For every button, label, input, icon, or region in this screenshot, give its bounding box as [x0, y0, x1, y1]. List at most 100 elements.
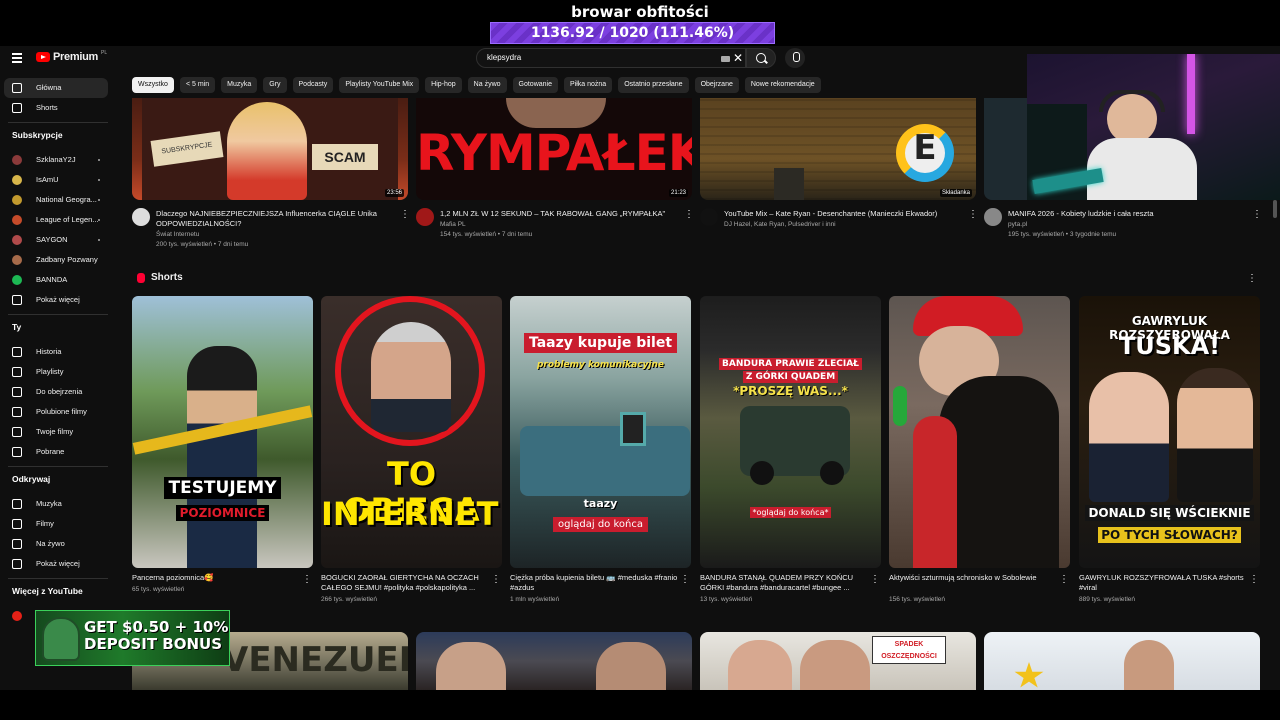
sidebar-item-1[interactable]: Shorts: [4, 98, 108, 118]
mascot-icon: [42, 617, 80, 661]
menu-icon[interactable]: [12, 53, 22, 63]
short-title[interactable]: Pancerna poziomnica🥰: [132, 573, 300, 583]
short-views: 266 tys. wyświetleń: [321, 596, 377, 603]
video-menu-icon[interactable]: [400, 209, 410, 220]
short-menu-icon[interactable]: [302, 574, 312, 585]
page-scrollbar[interactable]: [1273, 200, 1277, 218]
video-thumbnail[interactable]: SUBSKRYPCJE SCAM 23:56: [132, 98, 408, 200]
video-title[interactable]: MANIFA 2026 - Kobiety ludzkie i cała res…: [1008, 209, 1244, 219]
search-input[interactable]: klepsydra: [487, 53, 521, 62]
channel-avatar[interactable]: [984, 208, 1002, 226]
subscription-item[interactable]: IsAmU: [4, 170, 108, 190]
short-thumbnail[interactable]: [889, 296, 1070, 568]
sidebar-item-explore[interactable]: Muzyka: [4, 494, 108, 514]
subscription-item[interactable]: BANNDA: [4, 270, 108, 290]
short-thumbnail[interactable]: TESTUJEMY POZIOMNICE: [132, 296, 313, 568]
search-button[interactable]: [746, 48, 776, 68]
video-title[interactable]: YouTube Mix – Kate Ryan - Desenchantee (…: [724, 209, 960, 219]
video-thumbnail[interactable]: E Składanka: [700, 98, 976, 200]
sidebar-item-label: Historia: [36, 347, 62, 356]
sidebar-item-you[interactable]: Pobrane: [4, 442, 108, 462]
video-title[interactable]: Dlaczego NAJNIEBEZPIECZNIEJSZA Influence…: [156, 209, 392, 229]
short-menu-icon[interactable]: [1249, 574, 1259, 585]
filter-chip[interactable]: Muzyka: [221, 77, 258, 93]
short-thumbnail[interactable]: GAWRYLUK ROZSZYFROWAŁA TUSKA! DONALD SIĘ…: [1079, 296, 1260, 568]
casino-bonus-banner: GET $0.50 + 10% DEPOSIT BONUS: [35, 610, 230, 666]
filter-chip[interactable]: Gotowanie: [512, 77, 558, 93]
short-menu-icon[interactable]: [1059, 574, 1069, 585]
channel-avatar[interactable]: [416, 208, 434, 226]
voice-search-button[interactable]: [785, 48, 805, 68]
sidebar-item-label: League of Legen...: [36, 215, 99, 224]
sidebar-item-explore[interactable]: Pokaż więcej: [4, 554, 108, 574]
divider: [8, 578, 108, 579]
channel-name[interactable]: DJ Hazel, Kate Ryan, Pulsedriver i inni: [724, 221, 836, 228]
sidebar-item-explore[interactable]: Filmy: [4, 514, 108, 534]
short-title[interactable]: Ciężka próba kupienia biletu 🚌 #meduska …: [510, 573, 678, 593]
subscription-item[interactable]: National Geogra...: [4, 190, 108, 210]
logo-text: Premium: [53, 51, 98, 63]
filter-chip[interactable]: Obejrzane: [694, 77, 739, 93]
sidebar-item-you[interactable]: Do obejrzenia: [4, 382, 108, 402]
filter-chip[interactable]: Wszystko: [132, 77, 174, 93]
new-content-dot: [98, 179, 100, 181]
channel-avatar[interactable]: [700, 208, 718, 226]
video-thumbnail[interactable]: SPADEK OSZCZĘDNOŚCI: [700, 632, 976, 690]
subscriptions-header[interactable]: Subskrypcje: [12, 130, 63, 140]
filter-chip[interactable]: Piłka nożna: [563, 77, 613, 93]
video-title[interactable]: 1,2 MLN ZŁ W 12 SEKUND – TAK RABOWAŁ GAN…: [440, 209, 676, 219]
channel-name[interactable]: Świat Internetu: [156, 231, 199, 238]
subscription-item[interactable]: Pokaż więcej: [4, 290, 108, 310]
filter-chip[interactable]: Nowe rekomendacje: [744, 77, 821, 93]
subscription-item[interactable]: League of Legen...: [4, 210, 108, 230]
video-menu-icon[interactable]: [684, 209, 694, 220]
subscription-item[interactable]: SAYGON: [4, 230, 108, 250]
keyboard-icon[interactable]: [721, 56, 730, 62]
channel-name[interactable]: Mafia PL: [440, 221, 466, 228]
short-title[interactable]: GAWRYLUK ROZSZYFROWAŁA TUSKA #shorts #vi…: [1079, 573, 1247, 593]
video-thumbnail[interactable]: RYMPAŁEK 21:23: [416, 98, 692, 200]
shorts-menu-icon[interactable]: [1247, 273, 1257, 284]
short-title[interactable]: BOGUCKI ZAORAŁ GIERTYCHA NA OCZACH CAŁEG…: [321, 573, 489, 593]
clear-search-icon[interactable]: ✕: [733, 51, 743, 65]
subscription-item[interactable]: SzklanaY2J: [4, 150, 108, 170]
filter-chip[interactable]: Ostatnio przesłane: [618, 77, 689, 93]
sidebar-item-you[interactable]: Polubione filmy: [4, 402, 108, 422]
video-menu-icon[interactable]: [968, 209, 978, 220]
video-menu-icon[interactable]: [1252, 209, 1262, 220]
short-thumbnail[interactable]: BANDURA PRAWIE ZLECIAŁ Z GÓRKI QUADEM *P…: [700, 296, 881, 568]
filter-chip[interactable]: Gry: [263, 77, 287, 93]
short-thumbnail[interactable]: TO OBIEGA INTERNET!: [321, 296, 502, 568]
short-menu-icon[interactable]: [870, 574, 880, 585]
sidebar-item-explore[interactable]: Na żywo: [4, 534, 108, 554]
sidebar-item-label: SAYGON: [36, 235, 68, 244]
video-thumbnail[interactable]: [416, 632, 692, 690]
short-thumbnail[interactable]: Taazy kupuje bilet problemy komunikacyjn…: [510, 296, 691, 568]
youtube-premium-logo[interactable]: Premium PL: [36, 50, 107, 63]
short-menu-icon[interactable]: [680, 574, 690, 585]
short-title[interactable]: Aktywiści szturmują schronisko w Sobolew…: [889, 573, 1057, 583]
channel-avatar-icon: [12, 275, 22, 285]
filter-chip[interactable]: < 5 min: [179, 77, 216, 93]
subscription-item[interactable]: Zadbany Pozwany: [4, 250, 108, 270]
filter-chip[interactable]: Na żywo: [467, 77, 507, 93]
filter-chip[interactable]: Hip-hop: [425, 77, 462, 93]
filter-chip[interactable]: Playlisty YouTube Mix: [339, 77, 420, 93]
short-caption: POZIOMNICE: [175, 505, 270, 521]
explore-header[interactable]: Odkrywaj: [12, 474, 50, 484]
sidebar-item-you[interactable]: Playlisty: [4, 362, 108, 382]
filter-chip[interactable]: Podcasty: [292, 77, 334, 93]
search-box[interactable]: klepsydra ✕: [476, 48, 746, 68]
sidebar-item-you[interactable]: Twoje filmy: [4, 422, 108, 442]
you-header[interactable]: Ty: [12, 322, 21, 332]
video-thumbnail[interactable]: [984, 632, 1260, 690]
channel-name[interactable]: pyta.pl: [1008, 221, 1027, 228]
sidebar-item-0[interactable]: Główna: [4, 78, 108, 98]
bonus-text: GET $0.50 + 10% DEPOSIT BONUS: [84, 618, 229, 653]
sidebar-item-you[interactable]: Historia: [4, 342, 108, 362]
short-title[interactable]: BANDURA STANĄŁ QUADEM PRZY KOŃCU GÓRKI #…: [700, 573, 868, 593]
more-from-youtube-header[interactable]: Więcej z YouTube: [12, 586, 83, 596]
channel-avatar[interactable]: [132, 208, 150, 226]
short-menu-icon[interactable]: [491, 574, 501, 585]
history-icon: [12, 347, 22, 357]
